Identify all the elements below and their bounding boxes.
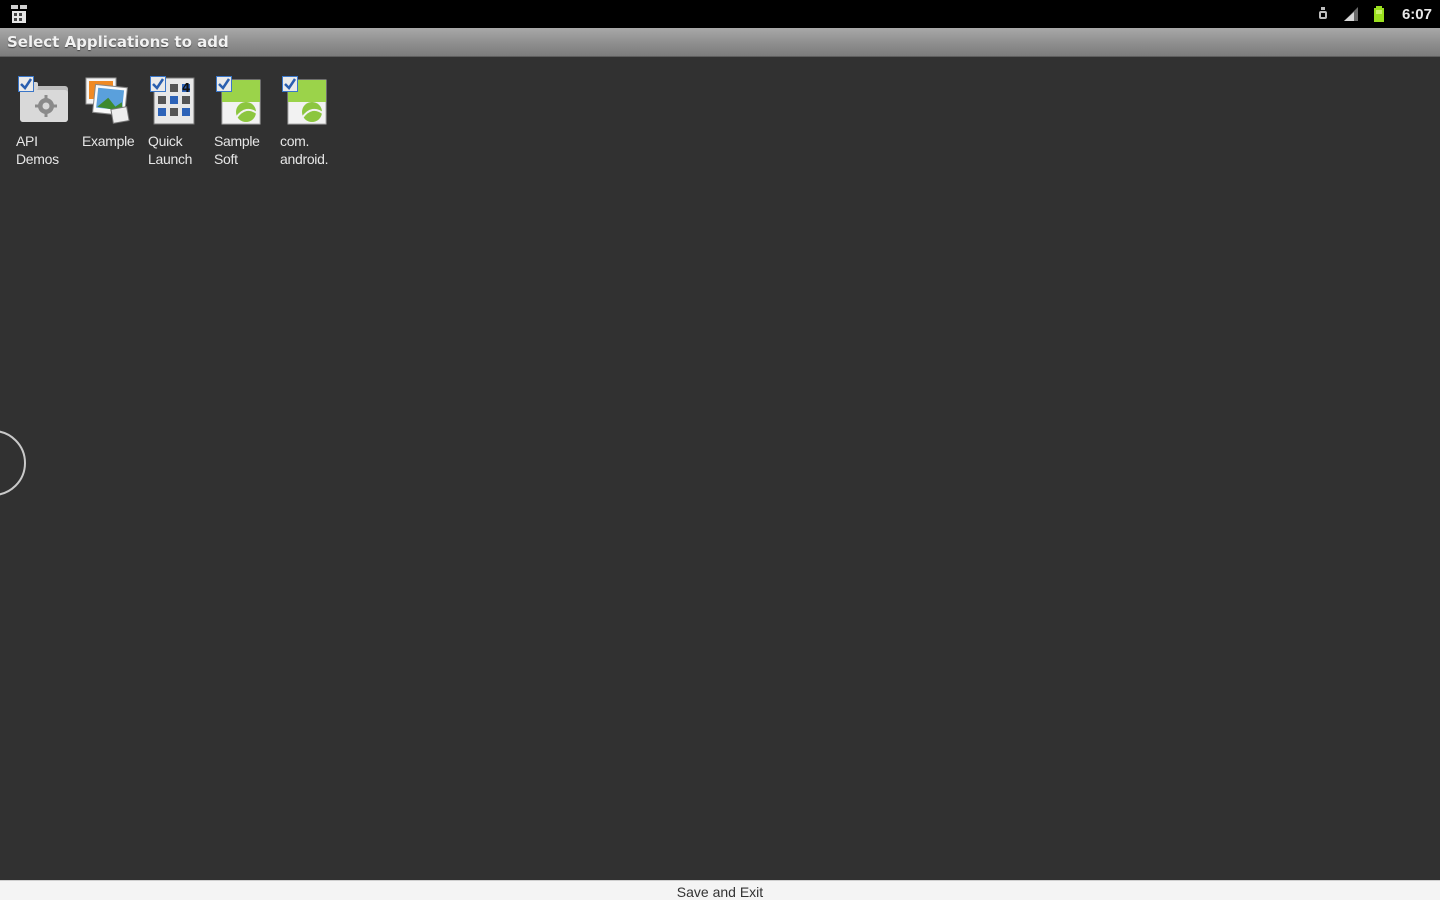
- status-clock: 6:07: [1401, 5, 1432, 23]
- checkbox-checked-icon[interactable]: [282, 76, 298, 92]
- usb-debug-icon: [1318, 7, 1327, 19]
- app-item-sample-soft[interactable]: Sample Soft: [208, 72, 274, 172]
- title-bar: Select Applications to add: [0, 28, 1440, 57]
- signal-icon: [1343, 7, 1358, 21]
- status-tray: 6:07: [1314, 0, 1432, 28]
- svg-text:4: 4: [182, 81, 190, 95]
- app-label: com. android.: [280, 133, 329, 167]
- app-label: API Demos: [16, 133, 59, 167]
- app-item-example[interactable]: Example: [76, 72, 142, 172]
- example-gallery-icon: [85, 77, 130, 124]
- battery-icon: [1373, 6, 1384, 22]
- checkbox-checked-icon[interactable]: [216, 76, 232, 92]
- app-label: Quick Launch: [148, 133, 193, 167]
- checkbox-checked-icon[interactable]: [150, 76, 166, 92]
- loading-spinner: [0, 430, 26, 496]
- app-item-quick-launch[interactable]: 4 Quick Launch: [142, 72, 208, 172]
- app-label: Sample Soft: [214, 133, 260, 167]
- screen: 6:07 Select Applications to add API Demo…: [0, 0, 1440, 900]
- status-bar: 6:07: [0, 0, 1440, 28]
- app-item-com-android[interactable]: com. android.: [274, 72, 340, 172]
- save-and-exit-button[interactable]: Save and Exit: [0, 880, 1440, 900]
- app-label: Example: [82, 133, 135, 149]
- notification-app-icon[interactable]: [8, 3, 30, 25]
- page-title: Select Applications to add: [7, 33, 229, 51]
- app-item-api-demos[interactable]: API Demos: [10, 72, 76, 172]
- app-grid: API Demos Example 4 Quick Launch Sample …: [10, 72, 340, 172]
- checkbox-checked-icon[interactable]: [18, 76, 34, 92]
